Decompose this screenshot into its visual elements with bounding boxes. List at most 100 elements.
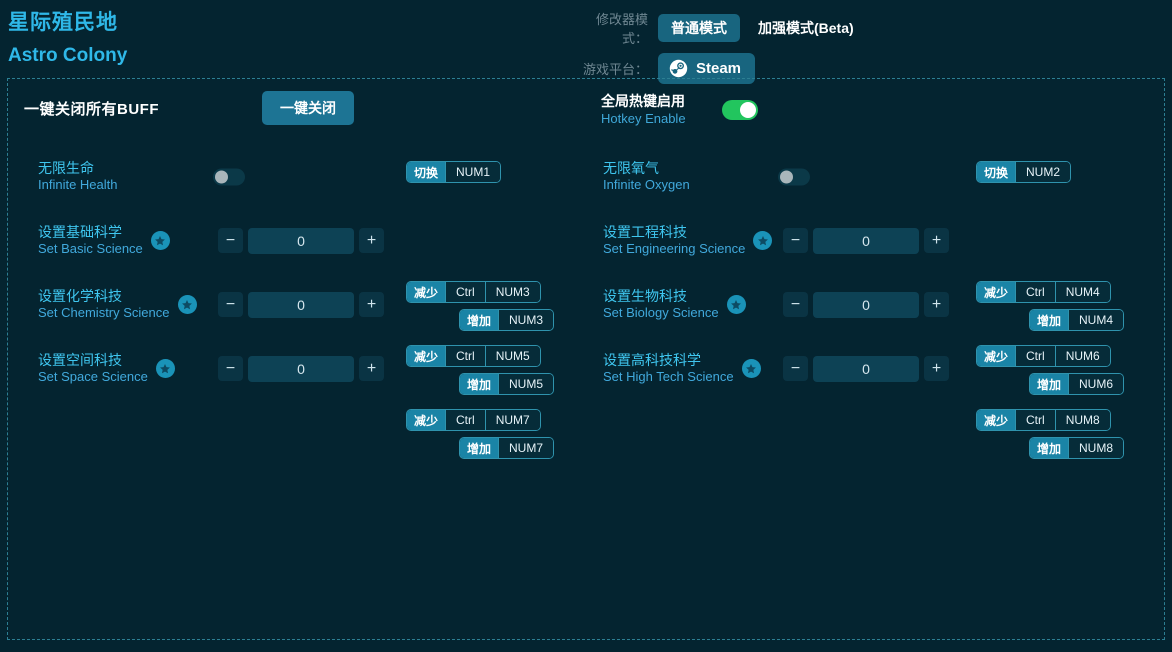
hotkey-action-label: 减少 [977, 410, 1016, 430]
feature-row: 无限氧气 Infinite Oxygen [603, 159, 810, 194]
hotkey-key: NUM2 [1015, 162, 1071, 182]
hotkey-action-label: 增加 [1029, 438, 1068, 458]
hotkey-chip[interactable]: 增加 NUM5 [458, 373, 554, 395]
decrement-button[interactable]: − [783, 228, 808, 254]
hotkey-chip[interactable]: 减少 Ctrl NUM7 [406, 409, 541, 431]
hotkey-key: NUM1 [445, 162, 501, 182]
feature-label-en: Infinite Health [38, 177, 118, 193]
hotkey-chip[interactable]: 减少 Ctrl NUM8 [976, 409, 1111, 431]
favorite-star-icon[interactable] [177, 295, 197, 315]
feature-row: 设置工程科技 Set Engineering Science −0 + [603, 223, 949, 258]
hotkey-key: NUM5 [497, 374, 553, 394]
decrement-button[interactable]: − [218, 228, 243, 254]
decrement-button[interactable]: − [783, 356, 808, 382]
favorite-star-icon[interactable] [150, 231, 170, 251]
hotkey-chip-group: 减少 Ctrl NUM5 增加 NUM5 [406, 345, 554, 395]
value-field[interactable]: 0 [248, 355, 354, 382]
hotkey-action-label: 增加 [1029, 310, 1068, 330]
value-field[interactable]: 0 [813, 291, 919, 318]
value-field[interactable]: 0 [248, 227, 354, 254]
features-panel: 一键关闭所有BUFF 一键关闭 全局热键启用 Hotkey Enable 无限生… [7, 78, 1165, 640]
increment-button[interactable]: + [359, 356, 384, 382]
favorite-star-icon[interactable] [741, 359, 761, 379]
decrement-button[interactable]: − [783, 292, 808, 318]
value-field[interactable]: 0 [813, 355, 919, 382]
increment-button[interactable]: + [924, 292, 949, 318]
decrement-button[interactable]: − [218, 356, 243, 382]
feature-control: −0 + [218, 291, 384, 318]
favorite-star-icon[interactable] [155, 359, 175, 379]
hotkey-chip-group: 减少 Ctrl NUM8 增加 NUM8 [976, 409, 1124, 459]
platform-steam-label: Steam [696, 59, 742, 77]
hotkey-chip[interactable]: 减少 Ctrl NUM6 [976, 345, 1111, 367]
feature-label-en: Set Basic Science [38, 241, 143, 257]
feature-control: −0 + [783, 291, 949, 318]
increment-button[interactable]: + [924, 228, 949, 254]
hotkey-action-label: 增加 [459, 310, 498, 330]
feature-label: 设置化学科技 Set Chemistry Science [38, 287, 170, 322]
value-field[interactable]: 0 [248, 291, 354, 318]
hotkey-chip[interactable]: 减少 Ctrl NUM4 [976, 281, 1111, 303]
hotkey-enable-label-en: Hotkey Enable [601, 110, 686, 126]
hotkey-action-label: 减少 [407, 346, 446, 366]
hotkey-enable-row: 全局热键启用 Hotkey Enable [601, 93, 758, 127]
feature-control: −0 + [783, 227, 949, 254]
favorite-star-icon[interactable] [753, 231, 773, 251]
hotkey-chip[interactable]: 减少 Ctrl NUM5 [406, 345, 541, 367]
platform-label: 游戏平台： [582, 61, 648, 77]
feature-label: 无限氧气 Infinite Oxygen [603, 159, 690, 194]
hotkey-chip-group: 减少 Ctrl NUM3 增加 NUM3 [406, 281, 554, 331]
hotkey-chip[interactable]: 减少 Ctrl NUM3 [406, 281, 541, 303]
hotkey-chip[interactable]: 增加 NUM8 [1028, 437, 1124, 459]
hotkey-chip[interactable]: 切换 NUM2 [976, 161, 1072, 183]
value-stepper: −0 + [783, 227, 949, 254]
header-controls: 修改器模式： 普通模式 加强模式(Beta) 游戏平台： Steam [580, 10, 854, 86]
page-title-en: Astro Colony [8, 45, 128, 66]
value-stepper: −0 + [783, 355, 949, 382]
favorite-star-icon[interactable] [726, 295, 746, 315]
feature-label-en: Set High Tech Science [603, 369, 734, 385]
hotkey-enable-label: 全局热键启用 Hotkey Enable [601, 93, 686, 127]
hotkey-chip[interactable]: 增加 NUM6 [1028, 373, 1124, 395]
hotkey-chip-group: 减少 Ctrl NUM6 增加 NUM6 [976, 345, 1124, 395]
mode-enhanced-button[interactable]: 加强模式(Beta) [758, 19, 854, 37]
hotkey-key: NUM6 [1067, 374, 1123, 394]
close-all-buff-row: 一键关闭所有BUFF 一键关闭 [24, 91, 354, 125]
hotkey-chip[interactable]: 增加 NUM4 [1028, 309, 1124, 331]
feature-label-cn: 无限生命 [38, 160, 94, 176]
close-all-buff-button[interactable]: 一键关闭 [262, 91, 354, 125]
increment-button[interactable]: + [924, 356, 949, 382]
feature-label: 设置工程科技 Set Engineering Science [603, 223, 745, 258]
hotkey-action-label: 减少 [977, 282, 1016, 302]
increment-button[interactable]: + [359, 292, 384, 318]
hotkey-action-label: 减少 [977, 346, 1016, 366]
hotkey-key: NUM7 [484, 410, 540, 430]
hotkey-key: NUM8 [1067, 438, 1123, 458]
hotkey-chip-group: 减少 Ctrl NUM4 增加 NUM4 [976, 281, 1124, 331]
mode-normal-button[interactable]: 普通模式 [658, 14, 740, 42]
value-field[interactable]: 0 [813, 227, 919, 254]
hotkey-key: Ctrl [445, 410, 485, 430]
decrement-button[interactable]: − [218, 292, 243, 318]
feature-label: 设置生物科技 Set Biology Science [603, 287, 719, 322]
hotkey-chip[interactable]: 切换 NUM1 [406, 161, 502, 183]
feature-toggle[interactable] [213, 168, 245, 186]
hotkey-action-label: 切换 [977, 162, 1016, 182]
hotkey-action-label: 增加 [459, 438, 498, 458]
feature-label-cn: 设置生物科技 [603, 288, 687, 304]
feature-toggle[interactable] [778, 168, 810, 186]
toggle-knob [739, 101, 756, 118]
feature-row: 设置空间科技 Set Space Science −0 + [38, 351, 384, 386]
hotkey-chip[interactable]: 增加 NUM7 [458, 437, 554, 459]
hotkey-enable-toggle[interactable] [721, 99, 758, 120]
feature-label-cn: 设置工程科技 [603, 224, 687, 240]
feature-label-cn: 设置空间科技 [38, 352, 122, 368]
increment-button[interactable]: + [359, 228, 384, 254]
hotkey-chip-group: 切换 NUM2 [976, 161, 1124, 183]
hotkey-key: NUM8 [1054, 410, 1110, 430]
toggle-knob [780, 170, 793, 184]
hotkey-chip[interactable]: 增加 NUM3 [458, 309, 554, 331]
hotkey-key: Ctrl [1015, 410, 1055, 430]
hotkey-action-label: 减少 [407, 282, 446, 302]
value-stepper: −0 + [218, 355, 384, 382]
